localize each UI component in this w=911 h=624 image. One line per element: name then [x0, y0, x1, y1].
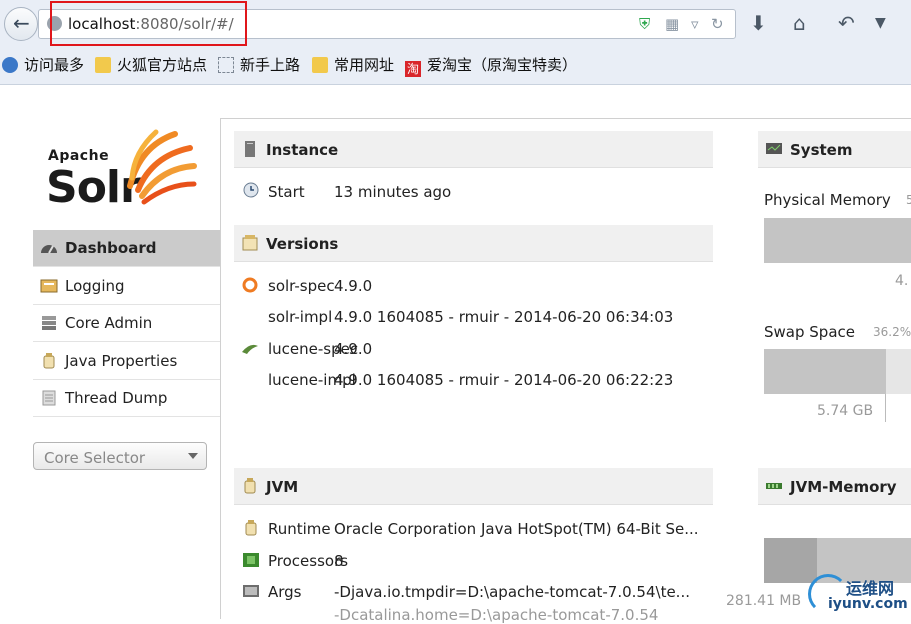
- back-button[interactable]: ←: [4, 7, 38, 41]
- taobao-icon: 淘: [405, 61, 421, 77]
- nav-label: Java Properties: [65, 352, 178, 370]
- nav-label: Logging: [65, 277, 125, 295]
- nav-java-properties[interactable]: Java Properties: [33, 343, 220, 380]
- processors-value: 8: [334, 552, 344, 570]
- memory-chip-icon: [766, 483, 782, 489]
- nav-label: Core Admin: [65, 314, 153, 332]
- lucene-icon: [242, 344, 258, 354]
- bookmark-getting-started[interactable]: 新手上路: [218, 54, 300, 75]
- version-value: 4.9.0: [334, 340, 373, 358]
- jvm-memory-header: JVM-Memory: [758, 468, 911, 505]
- bookmark-label: 常用网址: [334, 56, 395, 74]
- jvm-memory-title: JVM-Memory: [790, 478, 897, 496]
- dashboard-icon: [41, 245, 57, 254]
- swap-space-bar-fill: [764, 349, 886, 394]
- versions-header: Versions: [234, 225, 713, 262]
- undo-icon[interactable]: ↶: [838, 11, 855, 35]
- processor-icon: [243, 553, 259, 567]
- swap-space-label: Swap Space: [764, 323, 855, 341]
- physical-memory-bar: [764, 218, 911, 263]
- solr-icon: [242, 277, 258, 293]
- system-title: System: [790, 141, 853, 159]
- instance-header: Instance: [234, 131, 713, 168]
- core-admin-icon: [42, 316, 56, 330]
- swap-space-marker: [885, 394, 886, 422]
- runtime-label: Runtime: [268, 520, 331, 538]
- version-value: 4.9.0: [334, 277, 373, 295]
- menu-dropdown-icon[interactable]: ▼: [875, 15, 886, 31]
- reload-icon[interactable]: ↻: [711, 15, 724, 33]
- args-label: Args: [268, 583, 302, 601]
- physical-memory-value: 4.: [895, 273, 909, 289]
- bookmark-most-visited[interactable]: 访问最多: [2, 54, 84, 75]
- nav-label: Dashboard: [65, 239, 157, 257]
- bookmark-label: 爱淘宝（原淘宝特卖）: [427, 56, 578, 74]
- browser-chrome: ← localhost:8080/solr/#/ ⛨ ▦ ▿ ↻ ⬇ ⌂ ↶ ▼…: [0, 0, 911, 85]
- jvm-title: JVM: [266, 478, 299, 496]
- instance-title: Instance: [266, 141, 339, 159]
- bookmark-common-sites[interactable]: 常用网址: [312, 54, 394, 75]
- search-icon: [2, 57, 18, 73]
- version-key: solr-impl: [268, 308, 333, 326]
- start-value: 13 minutes ago: [334, 183, 452, 201]
- swap-space-value: 5.74 GB: [817, 403, 874, 419]
- chevron-down-icon: [188, 453, 198, 459]
- version-key: solr-spec: [268, 277, 335, 295]
- runtime-icon: [245, 520, 257, 536]
- bookmarks-bar: 访问最多 火狐官方站点 新手上路 常用网址 淘爱淘宝（原淘宝特卖）: [0, 52, 911, 78]
- jvm-icon: [244, 478, 256, 494]
- clock-icon: [243, 182, 259, 198]
- jvm-header: JVM: [234, 468, 713, 505]
- nav-logging[interactable]: Logging: [33, 268, 220, 305]
- system-monitor-icon: [766, 143, 782, 154]
- nav-core-admin[interactable]: Core Admin: [33, 305, 220, 342]
- core-selector[interactable]: Core Selector: [33, 442, 207, 470]
- page-icon: [218, 57, 234, 73]
- solr-sun-icon: [127, 129, 197, 205]
- physical-memory-label: Physical Memory: [764, 191, 891, 209]
- jvm-memory-value: 281.41 MB: [726, 593, 802, 609]
- core-selector-label: Core Selector: [44, 449, 146, 467]
- args-icon: [243, 585, 259, 597]
- nav-dashboard[interactable]: Dashboard: [33, 230, 220, 267]
- swap-space-percent: 36.2%: [873, 325, 911, 339]
- system-header: System: [758, 131, 911, 168]
- bookmark-label: 火狐官方站点: [117, 56, 208, 74]
- watermark-line2: iyunv.com: [828, 596, 908, 612]
- runtime-value: Oracle Corporation Java HotSpot(TM) 64-B…: [334, 520, 699, 538]
- instance-icon: [245, 141, 255, 157]
- qr-code-icon[interactable]: ▦: [665, 15, 679, 33]
- url-highlight-box: [50, 1, 247, 46]
- thread-dump-icon: [42, 390, 56, 406]
- versions-title: Versions: [266, 235, 339, 253]
- bookmark-firefox-site[interactable]: 火狐官方站点: [95, 54, 207, 75]
- nav-thread-dump[interactable]: Thread Dump: [33, 380, 220, 417]
- download-icon[interactable]: ⬇: [750, 11, 767, 35]
- version-value: 4.9.0 1604085 - rmuir - 2014-06-20 06:34…: [334, 308, 674, 326]
- site-watermark: 运维网 iyunv.com: [806, 570, 911, 619]
- folder-icon: [95, 57, 111, 73]
- swap-space-bar: [764, 349, 911, 394]
- shield-icon[interactable]: ⛨: [639, 15, 650, 33]
- start-label: Start: [268, 183, 305, 201]
- java-properties-icon: [43, 353, 55, 369]
- folder-icon: [312, 57, 328, 73]
- versions-icon: [242, 235, 258, 251]
- home-icon[interactable]: ⌂: [793, 11, 806, 35]
- nav-label: Thread Dump: [65, 389, 168, 407]
- logging-icon: [40, 279, 58, 293]
- bookmark-label: 新手上路: [240, 56, 301, 74]
- args-value: -Djava.io.tmpdir=D:\apache-tomcat-7.0.54…: [334, 583, 690, 601]
- args-value: -Dcatalina.home=D:\apache-tomcat-7.0.54: [334, 606, 659, 624]
- bookmark-label: 访问最多: [24, 56, 85, 74]
- physical-memory-bar-fill: [764, 218, 911, 263]
- back-arrow-icon: ←: [13, 11, 30, 35]
- dropdown-arrow-icon[interactable]: ▿: [691, 15, 699, 33]
- physical-memory-percent: 5: [906, 193, 911, 207]
- version-value: 4.9.0 1604085 - rmuir - 2014-06-20 06:22…: [334, 371, 674, 389]
- bookmark-ai-taobao[interactable]: 淘爱淘宝（原淘宝特卖）: [405, 54, 577, 77]
